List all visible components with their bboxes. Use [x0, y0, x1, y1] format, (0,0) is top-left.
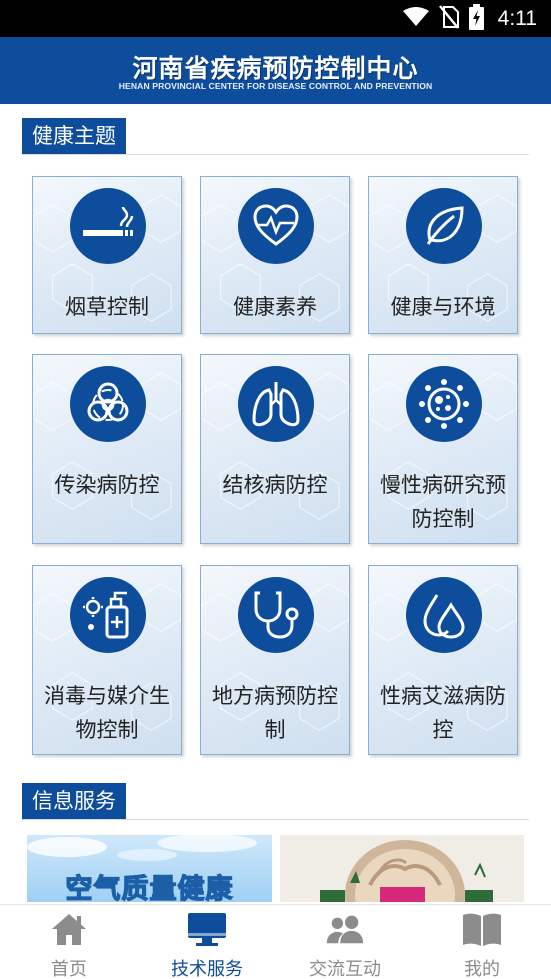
topic-label: 烟草控制	[65, 295, 149, 319]
header-title: 河南省疾病预防控制中心	[132, 54, 419, 83]
tab-label: 首页	[51, 959, 87, 979]
sanitizer-icon	[70, 577, 146, 653]
monitor-icon	[187, 911, 227, 947]
topic-label: 地方病预防控制	[212, 684, 338, 742]
banner-artwork	[320, 840, 493, 902]
tab-label: 我的	[464, 959, 500, 979]
status-bar: 4:11	[0, 0, 551, 37]
topic-health-environment[interactable]: 健康与环境	[368, 176, 518, 334]
info-banner-air-quality[interactable]: 空气质量健康	[27, 835, 272, 902]
battery-charging-icon	[468, 3, 484, 34]
header-subtitle: HENAN PROVINCIAL CENTER FOR DISEASE CONT…	[118, 81, 433, 91]
users-icon	[325, 911, 365, 947]
info-section-title: 信息服务	[22, 783, 126, 819]
topic-endemic-disease[interactable]: 地方病预防控制	[200, 565, 350, 755]
status-icons: 4:11	[402, 0, 537, 37]
tab-label: 交流互动	[309, 959, 381, 979]
status-time: 4:11	[497, 6, 537, 30]
topic-disinfection-vector[interactable]: 消毒与媒介生物控制	[32, 565, 182, 755]
tab-label: 技术服务	[171, 959, 243, 979]
cigarette-icon	[70, 188, 146, 264]
stethoscope-icon	[238, 577, 314, 653]
virus-icon	[406, 366, 482, 442]
topic-std-aids[interactable]: 性病艾滋病防控	[368, 565, 518, 755]
topic-label: 慢性病研究预防控制	[380, 473, 506, 531]
home-icon	[49, 911, 89, 947]
biohazard-icon	[70, 366, 146, 442]
topic-health-literacy[interactable]: 健康素养	[200, 176, 350, 334]
info-section-header: 信息服务	[22, 783, 529, 820]
topic-label: 传染病防控	[54, 473, 160, 497]
tab-profile[interactable]: 我的	[413, 905, 551, 979]
topic-label: 消毒与媒介生物控制	[44, 684, 170, 742]
topic-label: 健康与环境	[390, 295, 496, 319]
info-banner-promo[interactable]	[280, 835, 524, 902]
health-section-title: 健康主题	[22, 118, 126, 154]
heart-pulse-icon	[238, 188, 314, 264]
topic-tuberculosis[interactable]: 结核病防控	[200, 354, 350, 544]
book-icon	[462, 911, 502, 947]
tab-home[interactable]: 首页	[0, 905, 138, 979]
health-section-header: 健康主题	[22, 118, 529, 155]
tab-interaction[interactable]: 交流互动	[276, 905, 414, 979]
topic-chronic-disease[interactable]: 慢性病研究预防控制	[368, 354, 518, 544]
drops-icon	[406, 577, 482, 653]
bottom-tab-bar: 首页 技术服务 交流互动 我的	[0, 904, 551, 979]
topic-label: 结核病防控	[222, 473, 328, 497]
topic-tobacco-control[interactable]: 烟草控制	[32, 176, 182, 334]
app-header: 河南省疾病预防控制中心 HENAN PROVINCIAL CENTER FOR …	[0, 37, 551, 104]
lungs-icon	[238, 366, 314, 442]
no-sim-icon	[438, 4, 459, 33]
tab-technical-services[interactable]: 技术服务	[138, 905, 276, 979]
topic-label: 性病艾滋病防控	[380, 684, 506, 742]
topic-label: 健康素养	[233, 295, 317, 319]
wifi-icon	[402, 6, 429, 31]
topic-infectious-disease[interactable]: 传染病防控	[32, 354, 182, 544]
banner-title: 空气质量健康	[65, 873, 234, 902]
leaf-icon	[406, 188, 482, 264]
